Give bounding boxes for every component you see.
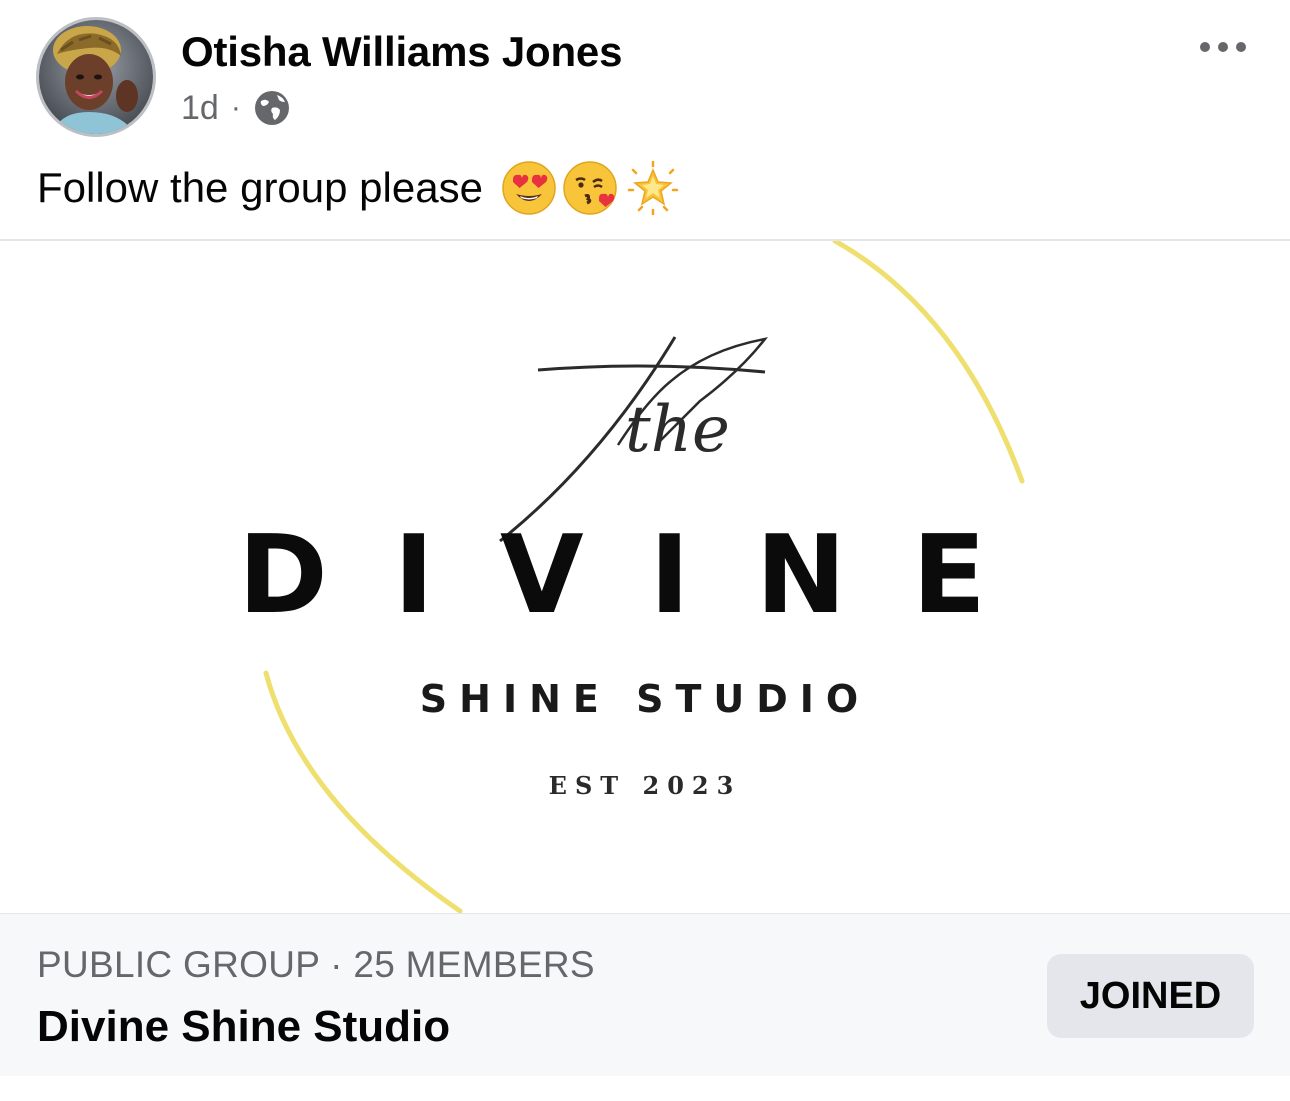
logo-ring-top-arc bbox=[832, 241, 1025, 484]
group-logo: the DIVINE SHINE STUDIO EST 2023 bbox=[238, 241, 1052, 913]
post-body: Follow the group please bbox=[37, 160, 681, 216]
logo-script-crossbar bbox=[537, 364, 766, 374]
logo-sub-word: SHINE STUDIO bbox=[420, 677, 870, 721]
more-options-button[interactable] bbox=[1190, 28, 1256, 66]
globe-icon[interactable] bbox=[253, 89, 291, 127]
post-meta: 1d · bbox=[181, 86, 291, 130]
heart-eyes-emoji bbox=[502, 161, 556, 215]
post-header: Otisha Williams Jones 1d · bbox=[0, 0, 1290, 140]
logo-main-word: DIVINE bbox=[238, 513, 1052, 638]
more-horizontal-icon bbox=[1200, 42, 1246, 52]
joined-button[interactable]: JOINED bbox=[1047, 954, 1254, 1038]
avatar-photo bbox=[39, 20, 153, 134]
logo-script-word: the bbox=[625, 393, 730, 467]
author-name[interactable]: Otisha Williams Jones bbox=[181, 28, 622, 76]
glowing-star-emoji bbox=[627, 160, 679, 216]
author-avatar[interactable] bbox=[36, 17, 156, 137]
group-meta: PUBLIC GROUP · 25 MEMBERS bbox=[37, 944, 595, 985]
group-cover-image[interactable]: the DIVINE SHINE STUDIO EST 2023 bbox=[0, 241, 1290, 913]
group-name[interactable]: Divine Shine Studio bbox=[37, 1002, 450, 1052]
kissing-heart-emoji bbox=[563, 161, 617, 215]
post-timestamp[interactable]: 1d bbox=[181, 89, 219, 128]
group-card-footer[interactable]: PUBLIC GROUP · 25 MEMBERS Divine Shine S… bbox=[0, 913, 1290, 1076]
meta-separator: · bbox=[230, 91, 241, 124]
post-emojis bbox=[501, 160, 681, 216]
logo-established: EST 2023 bbox=[549, 771, 742, 800]
post-text: Follow the group please bbox=[37, 164, 483, 211]
